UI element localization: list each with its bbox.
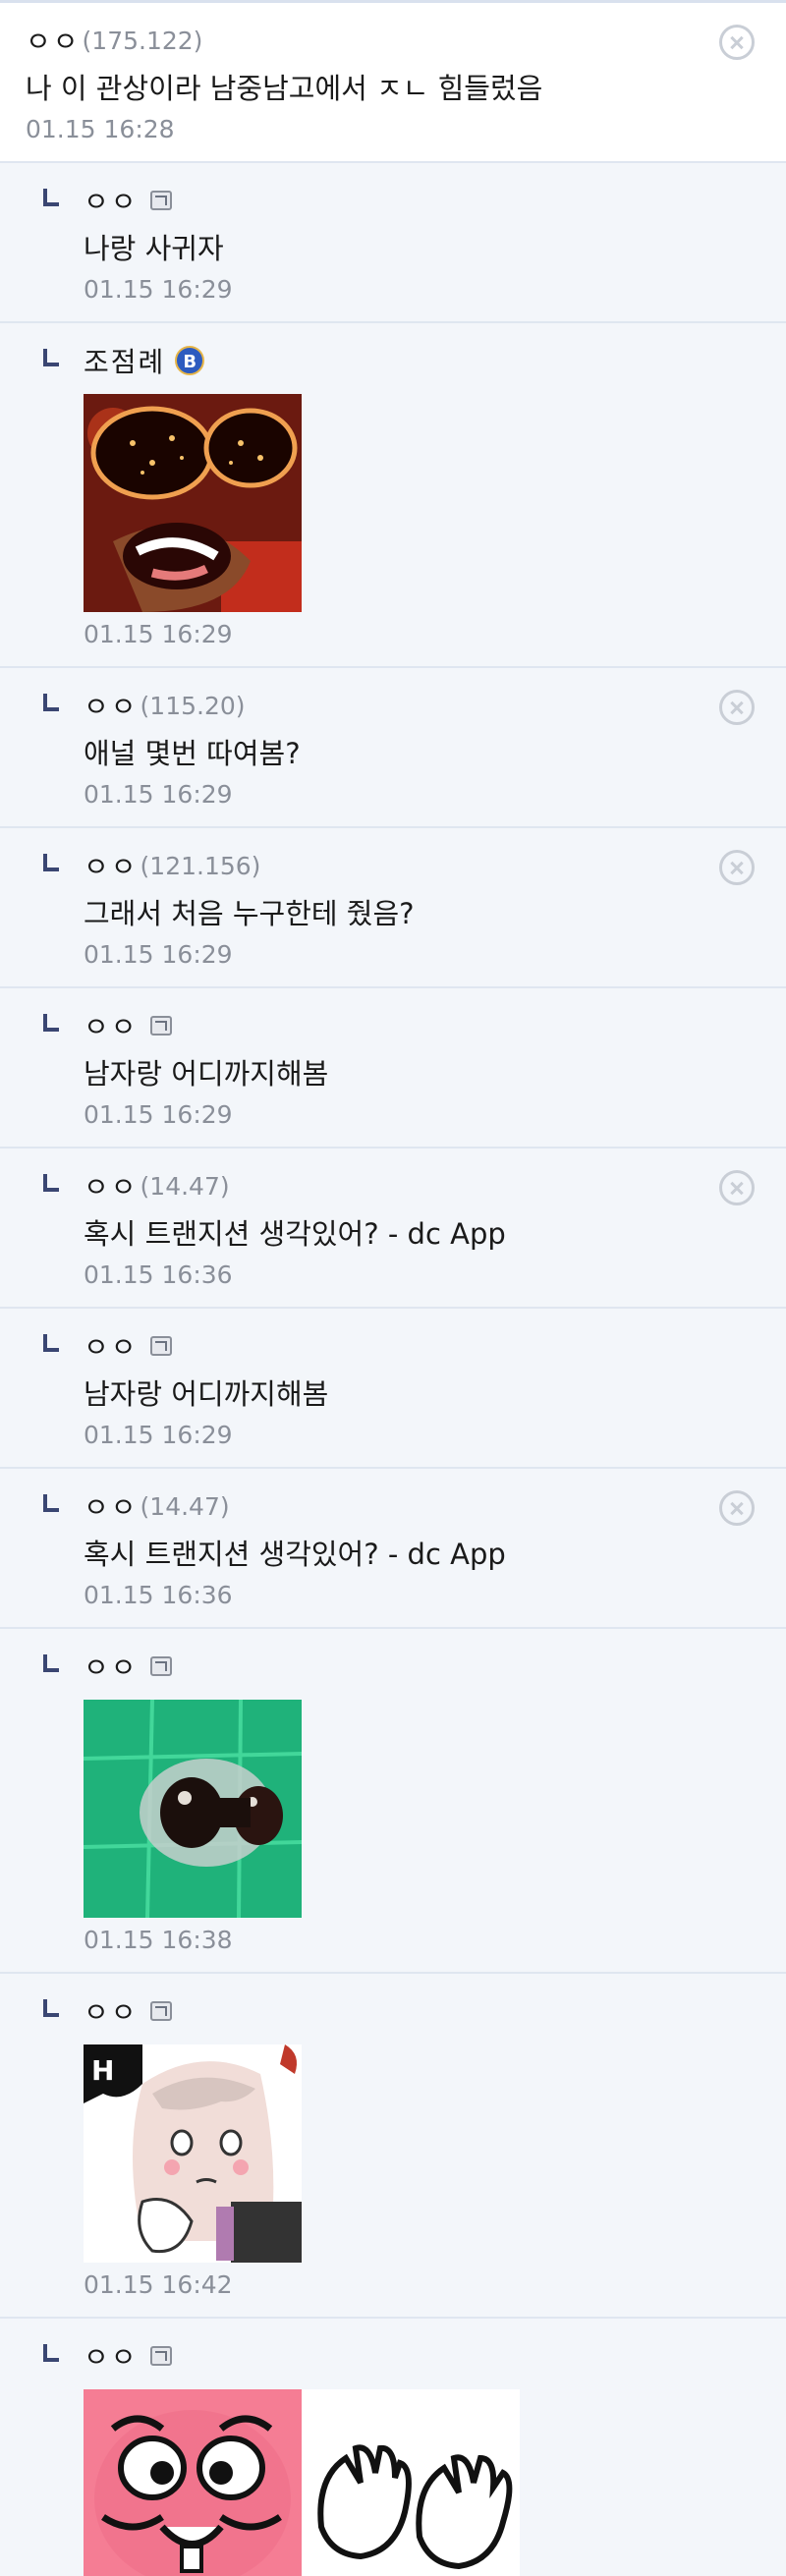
comment-header: ㅇㅇ (14.47) [84,1166,786,1205]
nickname[interactable]: 조점례 [84,341,165,380]
comment: ㅇㅇ (175.122) 나 이 관상이라 남중남고에서 ㅈㄴ 힘들렀음 01.15 … [0,3,786,163]
timestamp: 01.15 16:29 [84,780,233,809]
ip-address: (121.156) [140,851,261,880]
pink-smile-face-image[interactable] [84,2389,302,2576]
comment-header: ㅇㅇ [84,1006,786,1045]
anime-girl-image[interactable]: H [84,2044,302,2263]
gallog-icon[interactable] [149,1016,172,1036]
delete-icon[interactable] [719,690,755,725]
nickname[interactable]: ㅇㅇ [84,846,139,885]
comment-header: ㅇㅇ (175.122) [26,21,786,60]
reply-comment: ㅇㅇ 01.15 16:38 [0,1629,786,1974]
comment-header: ㅇㅇ (115.20) [84,686,786,725]
reply-arrow-icon [43,1014,59,1032]
comment-header: ㅇㅇ [84,1991,786,2031]
timestamp: 01.15 16:38 [84,1926,233,1954]
timestamp: 01.15 16:29 [84,1100,233,1129]
reply-arrow-icon [43,1334,59,1352]
svg-text:H: H [91,2054,114,2087]
delete-icon[interactable] [719,25,755,60]
nickname[interactable]: ㅇㅇ [84,1006,139,1045]
gallog-icon[interactable] [149,1336,172,1356]
reply-comment: ㅇㅇ (14.47) 혹시 트랜지션 생각있어? - dc App 01.15 16:… [0,1469,786,1629]
comment-header: ㅇㅇ [84,2336,786,2376]
reply-arrow-icon [43,1654,59,1672]
ip-address: (115.20) [140,691,246,720]
nickname[interactable]: ㅇㅇ [26,21,81,60]
comment-list: ㅇㅇ (175.122) 나 이 관상이라 남중남고에서 ㅈㄴ 힘들렀음 01.15 … [0,0,786,2576]
nickname[interactable]: ㅇㅇ [84,1166,139,1205]
comment-header: ㅇㅇ [84,181,786,220]
nickname[interactable]: ㅇㅇ [84,2336,139,2376]
comment-text: 그래서 처음 누구한테 줬음? [84,897,415,930]
waving-hands-image[interactable] [302,2389,520,2576]
ip-address: (14.47) [140,1171,230,1201]
sunglasses-face-image[interactable] [84,394,302,612]
nickname[interactable]: ㅇㅇ [84,181,139,220]
nickname[interactable]: ㅇㅇ [84,686,139,725]
reply-comment: ㅇㅇ H 01.15 16:42 [0,1974,786,2319]
reply-arrow-icon [43,189,59,206]
delete-icon[interactable] [719,1490,755,1526]
comment-images [84,2389,786,2576]
reply-comment: ㅇㅇ 남자랑 어디까지해봄 01.15 16:29 [0,988,786,1148]
comment-header: ㅇㅇ [84,1647,786,1686]
gallog-icon[interactable] [149,2346,172,2366]
reply-arrow-icon [43,1999,59,2017]
gallog-icon[interactable] [149,191,172,210]
reply-arrow-icon [43,1174,59,1192]
timestamp: 01.15 16:36 [84,1581,233,1609]
reply-comment: 조점례 B 01.15 16:29 [0,323,786,668]
nickname[interactable]: ㅇㅇ [84,1647,139,1686]
gallog-icon[interactable] [149,2001,172,2021]
comment-header: ㅇㅇ [84,1326,786,1366]
delete-icon[interactable] [719,1170,755,1205]
reply-comment: ㅇㅇ (121.156) 그래서 처음 누구한테 줬음? 01.15 16:29 [0,828,786,988]
comment-text: 애널 몇번 따여봄? [84,737,301,770]
ip-address: (175.122) [82,26,203,55]
nickname[interactable]: ㅇㅇ [84,1326,139,1366]
reply-comment: ㅇㅇ01.15 16:43 [0,2319,786,2576]
comment-text: 남자랑 어디까지해봄 [84,1377,329,1411]
comment-text: 혹시 트랜지션 생각있어? - dc App [84,1217,506,1251]
comment-text: 혹시 트랜지션 생각있어? - dc App [84,1538,506,1571]
reply-arrow-icon [43,349,59,366]
reply-arrow-icon [43,2344,59,2362]
timestamp: 01.15 16:29 [84,1421,233,1449]
reply-arrow-icon [43,1494,59,1512]
timestamp: 01.15 16:28 [26,115,175,143]
delete-icon[interactable] [719,850,755,885]
reply-comment: ㅇㅇ (14.47) 혹시 트랜지션 생각있어? - dc App 01.15 16:… [0,1148,786,1309]
timestamp: 01.15 16:42 [84,2270,233,2299]
comment-text: 나 이 관상이라 남중남고에서 ㅈㄴ 힘들렀음 [26,72,543,105]
comment-header: ㅇㅇ (14.47) [84,1486,786,1526]
nickname[interactable]: ㅇㅇ [84,1486,139,1526]
comment-header: ㅇㅇ (121.156) [84,846,786,885]
comment-text: 나랑 사귀자 [84,232,224,265]
reply-comment: ㅇㅇ 나랑 사귀자 01.15 16:29 [0,163,786,323]
reply-comment: ㅇㅇ (115.20) 애널 몇번 따여봄? 01.15 16:29 [0,668,786,828]
gallog-icon[interactable] [149,1656,172,1676]
reply-arrow-icon [43,854,59,871]
timestamp: 01.15 16:36 [84,1260,233,1289]
timestamp: 01.15 16:29 [84,620,233,648]
reply-arrow-icon [43,694,59,711]
green-tiles-knob-image[interactable] [84,1700,302,1918]
timestamp: 01.15 16:29 [84,940,233,969]
nickname[interactable]: ㅇㅇ [84,1991,139,2031]
comment-header: 조점례 B [84,341,786,380]
reply-comment: ㅇㅇ 남자랑 어디까지해봄 01.15 16:29 [0,1309,786,1469]
member-badge-icon: B [175,346,205,375]
timestamp: 01.15 16:29 [84,275,233,304]
comment-text: 남자랑 어디까지해봄 [84,1057,329,1091]
ip-address: (14.47) [140,1491,230,1521]
